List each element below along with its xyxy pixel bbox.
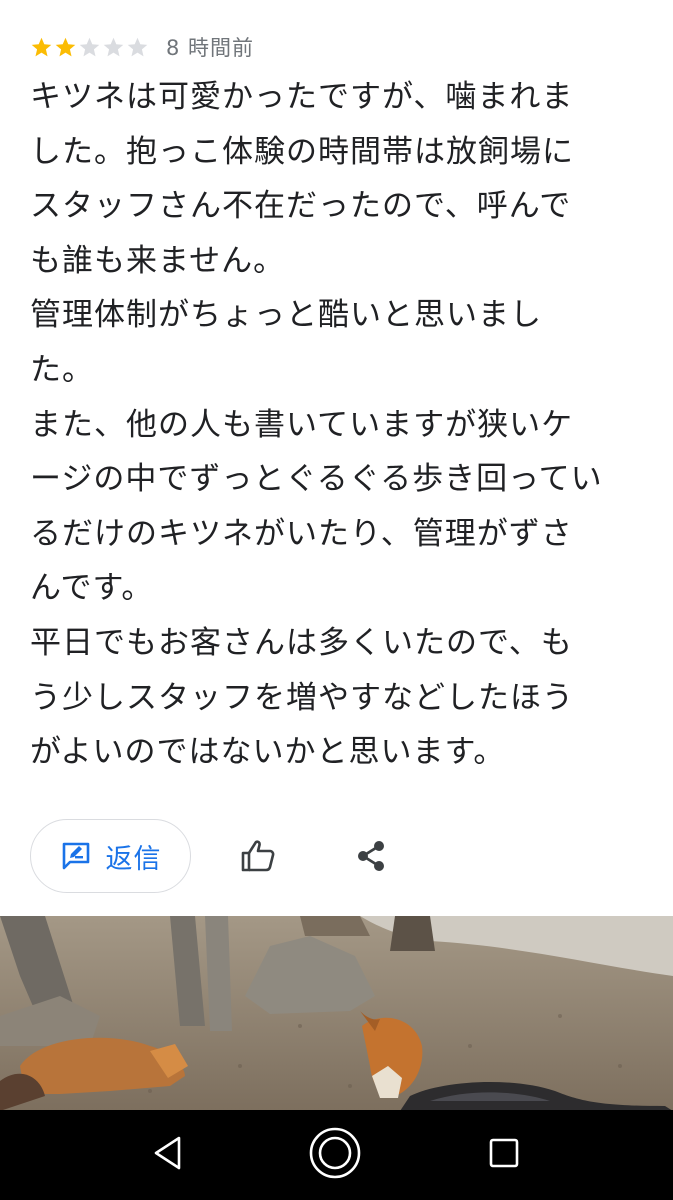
- star-empty-icon: [78, 36, 101, 59]
- nav-recents-button[interactable]: [479, 1130, 529, 1180]
- reply-label: 返信: [105, 843, 162, 875]
- review-text-line: ージの中でずっとぐるぐる歩き回ってい: [30, 461, 603, 498]
- review-text-line: るだけのキツネがいたり、管理がずさ: [30, 515, 573, 552]
- star-empty-icon: [126, 36, 149, 59]
- review-actions: 返信: [30, 819, 650, 893]
- review-text-line: 管理体制がちょっと酷いと思いまし: [30, 297, 542, 334]
- star-rating: [30, 36, 150, 59]
- review-text-line: う少しスタッフを増やすなどしたほう: [30, 679, 574, 716]
- star-empty-icon: [102, 36, 125, 59]
- review-text-line: んです。: [30, 570, 154, 607]
- review-text: キツネは可愛かったですが、噛まれま した。抱っこ体験の時間帯は放飼場に スタッフさん…: [30, 70, 655, 780]
- review-text-line: がよいのではないかと思います。: [30, 734, 506, 771]
- rating-row: 8 時間前: [30, 30, 254, 64]
- review-photo[interactable]: [0, 916, 673, 1111]
- home-circle-icon: [308, 1126, 362, 1184]
- android-nav-bar: [0, 1110, 673, 1200]
- review-text-line: また、他の人も書いていますが狭いケ: [30, 406, 574, 443]
- review-text-line: 平日でもお客さんは多くいたので、も: [30, 624, 573, 661]
- nav-home-button[interactable]: [309, 1127, 361, 1180]
- review-text-line: スタッフさん不在だったので、呼んで: [30, 188, 572, 225]
- reply-button[interactable]: 返信: [30, 819, 191, 893]
- nav-back-button[interactable]: [143, 1130, 193, 1180]
- review-text-line: た。: [30, 351, 94, 388]
- star-filled-icon: [54, 36, 77, 59]
- reply-edit-icon: [60, 840, 92, 872]
- share-icon: [355, 839, 387, 873]
- like-button[interactable]: [233, 831, 283, 881]
- review-text-line: した。抱っこ体験の時間帯は放飼場に: [30, 133, 574, 170]
- star-filled-icon: [30, 36, 53, 59]
- review-text-line: も誰も来ません。: [30, 242, 286, 279]
- review-time: 8 時間前: [166, 36, 255, 60]
- recents-square-icon: [487, 1136, 521, 1174]
- share-button[interactable]: [346, 831, 396, 881]
- fox-enclosure-photo: [0, 916, 673, 1111]
- review-screen: 8 時間前 キツネは可愛かったですが、噛まれま した。抱っこ体験の時間帯は放飼場に…: [0, 0, 673, 1200]
- back-triangle-icon: [151, 1135, 185, 1175]
- thumbs-up-icon: [240, 838, 276, 874]
- review-text-line: キツネは可愛かったですが、噛まれま: [30, 79, 574, 115]
